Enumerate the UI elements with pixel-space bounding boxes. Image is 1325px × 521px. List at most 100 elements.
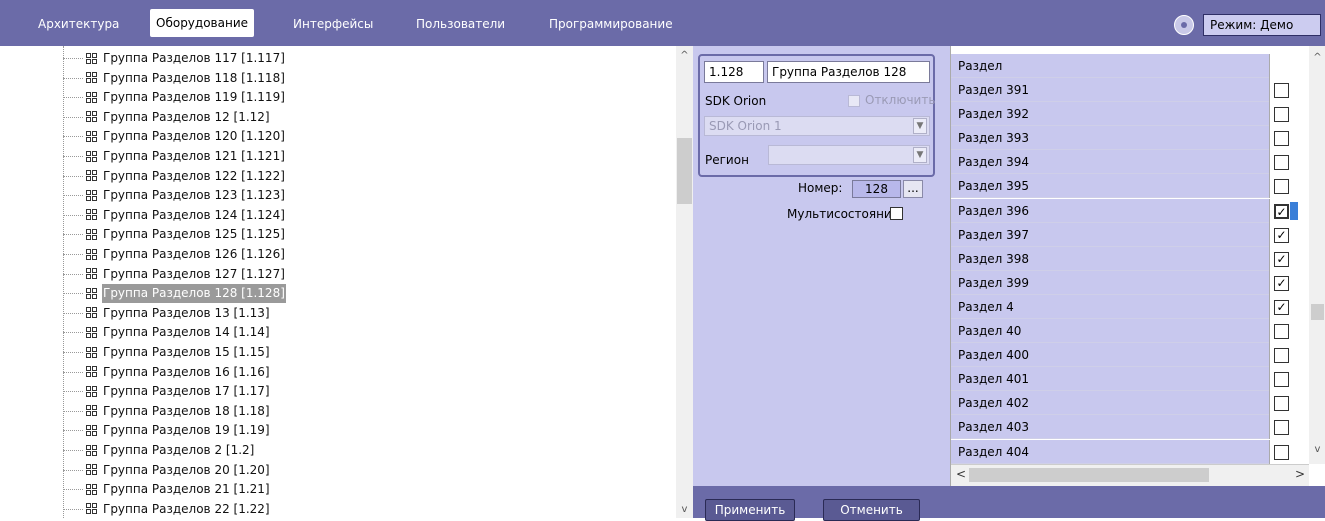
section-checkbox[interactable]: ✓ (1274, 203, 1289, 219)
tree-item[interactable]: Группа Разделов 126 [1.126] (63, 245, 286, 264)
mode-indicator[interactable]: Режим: Демо (1203, 14, 1321, 36)
table-row[interactable]: Раздел 4 ✓ (951, 294, 1309, 319)
table-row[interactable]: Раздел 392 (951, 102, 1309, 127)
tab-equipment[interactable]: Оборудование (150, 9, 254, 37)
gear-icon[interactable] (1174, 15, 1194, 35)
tree-item[interactable]: Группа Разделов 120 [1.120] (63, 127, 286, 146)
tree-scrollbar[interactable]: ^ v (676, 46, 693, 518)
section-check-cell[interactable] (1269, 391, 1309, 416)
tree-item[interactable]: Группа Разделов 12 [1.12] (63, 108, 271, 127)
tree-item[interactable]: Группа Разделов 14 [1.14] (63, 323, 271, 342)
tab-programming[interactable]: Программирование (549, 13, 673, 35)
section-checkbox[interactable] (1274, 83, 1289, 98)
scroll-left-icon[interactable]: < (956, 467, 966, 481)
section-check-cell[interactable]: ✓ (1269, 270, 1309, 295)
table-row[interactable]: Раздел 401 (951, 367, 1309, 392)
number-field[interactable]: 128 (852, 180, 901, 198)
section-check-cell[interactable] (1269, 415, 1309, 440)
tree-item[interactable]: Группа Разделов 19 [1.19] (63, 421, 271, 440)
section-checkbox[interactable] (1274, 179, 1289, 195)
tree-item[interactable]: Группа Разделов 20 [1.20] (63, 461, 271, 480)
section-check-cell[interactable]: ✓ (1269, 198, 1309, 223)
scroll-up-icon[interactable]: ^ (1309, 52, 1325, 63)
table-row[interactable]: Раздел 400 (951, 343, 1309, 368)
section-check-cell[interactable]: ✓ (1269, 222, 1309, 247)
section-checkbox[interactable] (1274, 372, 1289, 388)
section-checkbox[interactable]: ✓ (1274, 275, 1289, 291)
table-row[interactable]: Раздел 404 (951, 439, 1309, 464)
tree-item[interactable]: Группа Разделов 21 [1.21] (63, 480, 271, 499)
object-name-field[interactable]: Группа Разделов 128 (767, 61, 930, 83)
tree-item[interactable]: Группа Разделов 15 [1.15] (63, 343, 271, 362)
section-checkbox[interactable] (1274, 107, 1289, 123)
section-checkbox[interactable]: ✓ (1274, 251, 1289, 267)
tree-item[interactable]: Группа Разделов 117 [1.117] (63, 49, 286, 68)
number-browse-button[interactable]: ... (903, 180, 923, 198)
tree-item[interactable]: Группа Разделов 123 [1.123] (63, 186, 286, 205)
tree-item[interactable]: Группа Разделов 13 [1.13] (63, 304, 271, 323)
tree-item[interactable]: Группа Разделов 2 [1.2] (63, 441, 255, 460)
tree-item[interactable]: Группа Разделов 22 [1.22] (63, 500, 271, 518)
column-header-section[interactable]: Раздел (958, 54, 1002, 78)
section-checkbox[interactable]: ✓ (1274, 299, 1289, 315)
scrollbar-thumb[interactable] (1311, 304, 1324, 320)
table-row[interactable]: Раздел 398 ✓ (951, 246, 1309, 271)
table-row[interactable]: Раздел 394 (951, 150, 1309, 175)
tree-item[interactable]: Группа Разделов 17 [1.17] (63, 382, 271, 401)
column-header-check[interactable] (1269, 54, 1309, 78)
scroll-down-icon[interactable]: v (676, 504, 693, 515)
region-select[interactable]: ▼ (768, 145, 930, 165)
section-check-cell[interactable]: ✓ (1269, 246, 1309, 271)
section-check-cell[interactable] (1269, 319, 1309, 343)
section-check-cell[interactable]: ✓ (1269, 294, 1309, 319)
tab-interfaces[interactable]: Интерфейсы (293, 13, 373, 35)
table-vertical-scrollbar[interactable]: ^ v (1309, 46, 1325, 464)
object-id-field[interactable]: 1.128 (704, 61, 764, 83)
scroll-right-icon[interactable]: > (1295, 467, 1305, 481)
section-checkbox[interactable] (1274, 155, 1289, 171)
scroll-up-icon[interactable]: ^ (676, 50, 693, 61)
table-row[interactable]: Раздел 397 ✓ (951, 222, 1309, 247)
section-check-cell[interactable] (1269, 439, 1309, 464)
section-checkbox[interactable] (1274, 420, 1289, 436)
multistate-checkbox[interactable] (890, 207, 903, 220)
section-checkbox[interactable] (1274, 324, 1289, 339)
table-row[interactable]: Раздел 395 (951, 174, 1309, 199)
tab-architecture[interactable]: Архитектура (38, 13, 119, 35)
table-row[interactable]: Раздел 396 ✓ (951, 198, 1309, 223)
section-checkbox[interactable] (1274, 348, 1289, 364)
section-check-cell[interactable] (1269, 78, 1309, 102)
scrollbar-thumb[interactable] (969, 468, 1209, 482)
sdk-select[interactable]: SDK Orion 1 ▼ (704, 116, 930, 136)
tree-item[interactable]: Группа Разделов 124 [1.124] (63, 206, 286, 225)
tree-item[interactable]: Группа Разделов 16 [1.16] (63, 363, 271, 382)
section-check-cell[interactable] (1269, 367, 1309, 392)
section-check-cell[interactable] (1269, 343, 1309, 368)
tree-item[interactable]: Группа Разделов 127 [1.127] (63, 265, 286, 284)
section-check-cell[interactable] (1269, 150, 1309, 175)
tree-item[interactable]: Группа Разделов 18 [1.18] (63, 402, 271, 421)
table-row[interactable]: Раздел 402 (951, 391, 1309, 416)
tree-item[interactable]: Группа Разделов 125 [1.125] (63, 225, 286, 244)
section-checkbox[interactable]: ✓ (1274, 227, 1289, 243)
table-row[interactable]: Раздел 403 (951, 415, 1309, 440)
tree-item[interactable]: Группа Разделов 128 [1.128] (63, 284, 286, 304)
table-row[interactable]: Раздел 393 (951, 126, 1309, 151)
tree-item[interactable]: Группа Разделов 119 [1.119] (63, 88, 286, 107)
section-checkbox[interactable] (1274, 396, 1289, 412)
tree-item[interactable]: Группа Разделов 118 [1.118] (63, 69, 286, 88)
scroll-down-icon[interactable]: v (1309, 444, 1325, 455)
table-row[interactable]: Раздел 399 ✓ (951, 270, 1309, 295)
tab-users[interactable]: Пользователи (416, 13, 505, 35)
section-check-cell[interactable] (1269, 126, 1309, 151)
section-checkbox[interactable] (1274, 444, 1289, 460)
table-horizontal-scrollbar[interactable]: < > (951, 464, 1309, 486)
section-check-cell[interactable] (1269, 174, 1309, 199)
tree-item[interactable]: Группа Разделов 122 [1.122] (63, 167, 286, 186)
scrollbar-thumb[interactable] (677, 138, 692, 204)
section-check-cell[interactable] (1269, 102, 1309, 127)
tree-item[interactable]: Группа Разделов 121 [1.121] (63, 147, 286, 166)
equipment-tree[interactable]: Группа Разделов 117 [1.117] Группа Раздел… (0, 46, 676, 518)
table-row[interactable]: Раздел 40 (951, 319, 1309, 343)
table-row[interactable]: Раздел 391 (951, 78, 1309, 102)
